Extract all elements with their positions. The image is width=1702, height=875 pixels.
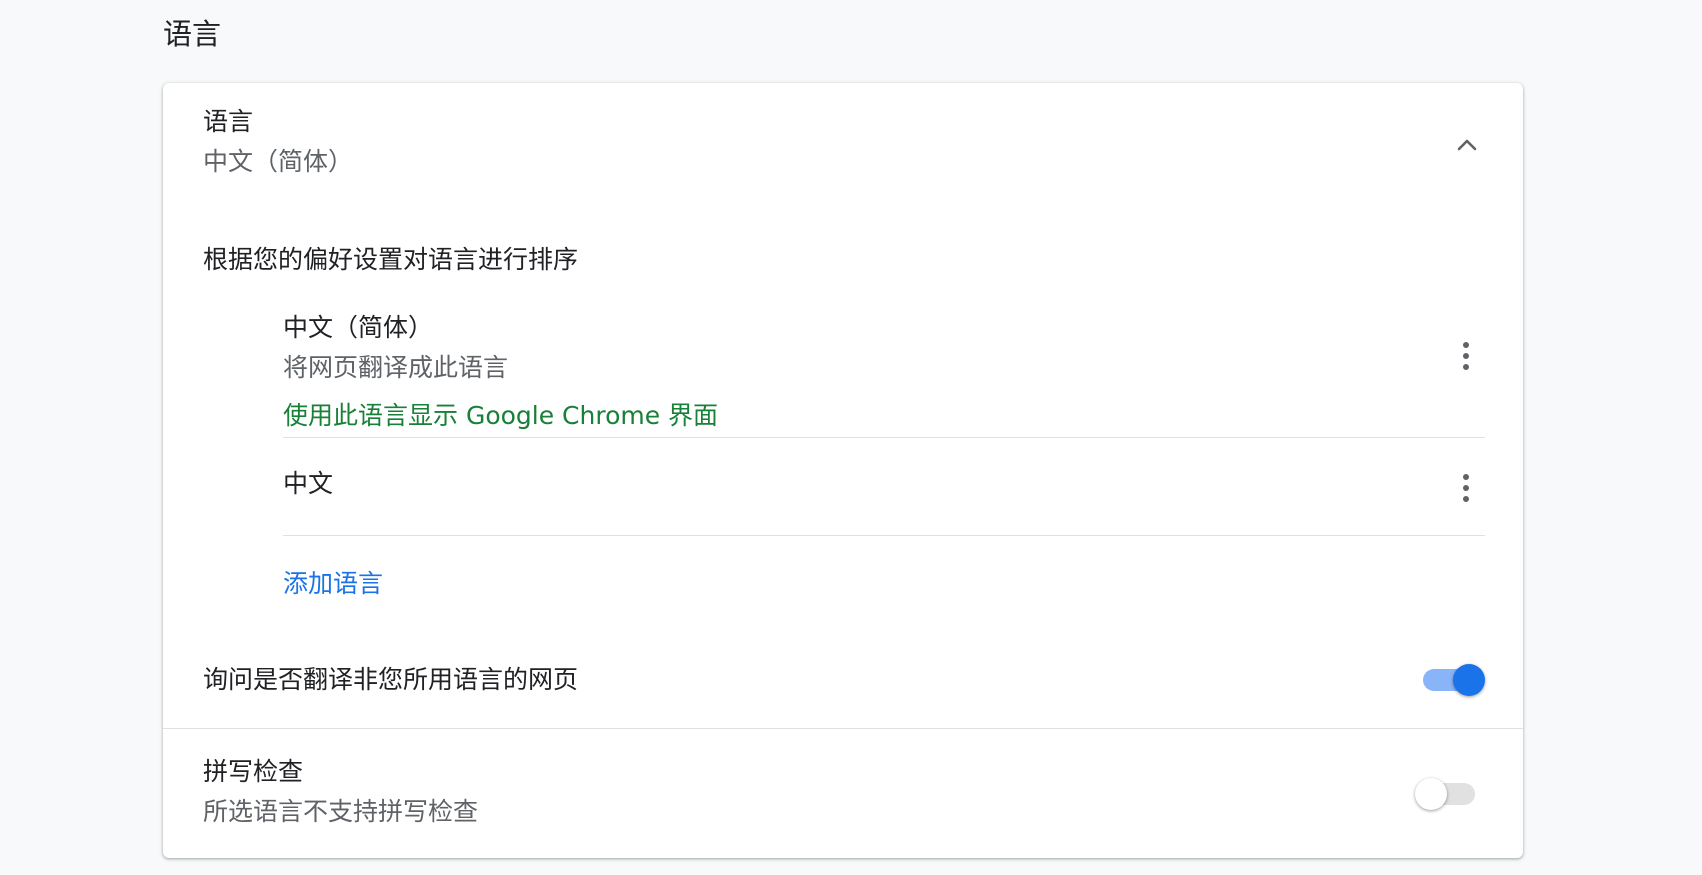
spell-check-title: 拼写检查 <box>203 757 304 786</box>
collapse-button[interactable] <box>1447 125 1487 165</box>
language-header-subtitle: 中文（简体） <box>203 147 354 176</box>
language-item-menu-button[interactable] <box>1448 334 1484 378</box>
more-vert-icon-dot <box>1463 496 1469 502</box>
list-divider <box>283 535 1485 536</box>
language-item-note: 将网页翻译成此语言 <box>283 353 509 382</box>
row-divider <box>163 728 1523 729</box>
toggle-knob <box>1453 664 1485 696</box>
languages-card: 语言 中文（简体） 根据您的偏好设置对语言进行排序 中文（简体） 将网页翻译成此… <box>163 83 1523 858</box>
spell-check-toggle[interactable] <box>1415 778 1479 810</box>
section-title: 语言 <box>163 17 222 51</box>
translate-offer-toggle[interactable] <box>1421 664 1485 696</box>
more-vert-icon-dot <box>1463 364 1469 370</box>
more-vert-icon-dot <box>1463 474 1469 480</box>
more-vert-icon-dot <box>1463 342 1469 348</box>
more-vert-icon-dot <box>1463 485 1469 491</box>
more-vert-icon-dot <box>1463 353 1469 359</box>
chevron-up-icon <box>1457 139 1477 151</box>
language-item-name: 中文（简体） <box>283 313 434 342</box>
language-header-title: 语言 <box>203 107 254 136</box>
add-language-button[interactable]: 添加语言 <box>283 567 383 601</box>
list-divider <box>283 437 1485 438</box>
language-item-menu-button[interactable] <box>1448 466 1484 510</box>
spell-check-subtitle: 所选语言不支持拼写检查 <box>203 797 479 826</box>
ui-language-indicator: 使用此语言显示 Google Chrome 界面 <box>283 401 719 430</box>
order-label: 根据您的偏好设置对语言进行排序 <box>203 245 579 274</box>
toggle-knob <box>1415 778 1447 810</box>
language-item-name: 中文 <box>283 469 334 498</box>
translate-offer-label: 询问是否翻译非您所用语言的网页 <box>203 665 579 694</box>
